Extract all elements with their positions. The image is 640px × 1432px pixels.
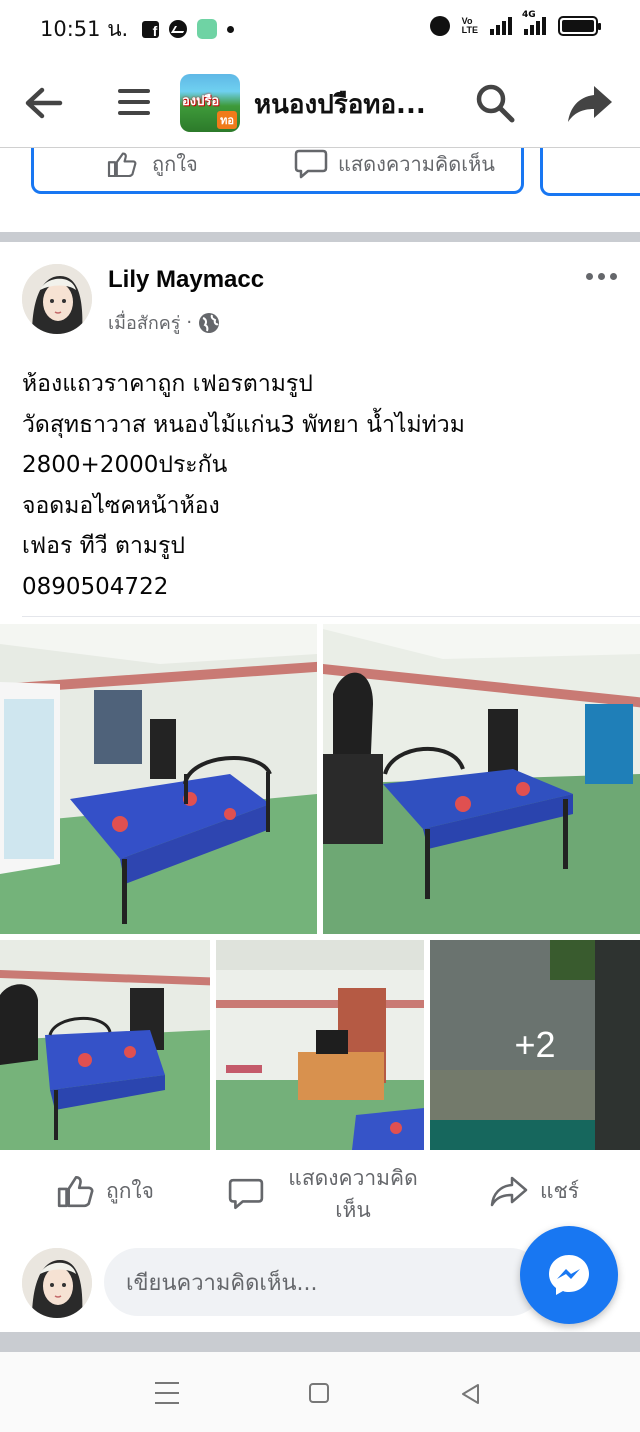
previous-post-action-box-right <box>540 148 640 196</box>
notification-icons: f <box>142 19 235 39</box>
post-photo-4[interactable] <box>216 940 424 1150</box>
previous-like-label: ถูกใจ <box>152 152 198 176</box>
share-label: แชร์ <box>540 1178 580 1203</box>
like-button[interactable]: ถูกใจ <box>56 1174 154 1208</box>
share-arrow-icon[interactable] <box>566 82 614 126</box>
post-text-line: ห้องแถวราคาถูก เฟอรตามรูป <box>22 371 313 397</box>
share-button[interactable]: แชร์ <box>490 1174 579 1208</box>
network-type-label: 4G <box>522 10 536 20</box>
post-text-line: จอดมอไซคหน้าห้อง <box>22 492 220 519</box>
page-thumbnail[interactable]: องปรือ ทอ <box>180 74 240 132</box>
user-avatar[interactable] <box>22 1248 92 1318</box>
alarm-icon <box>429 16 450 36</box>
room-tv-photo-image <box>216 940 424 1150</box>
status-bar: 10:51 น. f Vo LTE 4G <box>0 0 640 58</box>
comment-button[interactable]: แสดงความคิดเห็น <box>228 1162 428 1226</box>
volte-label-bottom: LTE <box>461 25 478 35</box>
meta-separator: · <box>186 312 193 333</box>
post-author-name[interactable]: Lily Maymacc <box>108 266 264 294</box>
previous-comment-button[interactable]: แสดงความคิดเห็น <box>294 148 495 180</box>
signal-strength-icon <box>490 17 512 35</box>
public-globe-icon <box>199 312 220 333</box>
volte-icon: Vo LTE <box>462 17 478 35</box>
previous-comment-label: แสดงความคิดเห็น <box>338 152 495 176</box>
comment-input[interactable]: เขียนความคิดเห็น... <box>104 1248 544 1316</box>
previous-post-actions: ถูกใจ แสดงความคิดเห็น <box>0 148 640 236</box>
status-time: 10:51 น. <box>40 16 129 41</box>
comment-bubble-icon <box>228 1178 264 1210</box>
post-text-line[interactable]: 0890504722 <box>22 567 622 608</box>
thumbnail-text: องปรือ <box>182 94 220 109</box>
post-photo-1[interactable] <box>0 624 317 934</box>
share-arrow-icon <box>490 1176 528 1207</box>
system-back-icon[interactable] <box>460 1383 482 1405</box>
home-icon[interactable] <box>309 1383 329 1403</box>
post-meta: เมื่อสักครู่ · <box>108 308 220 337</box>
avatar-portrait-icon <box>22 264 92 334</box>
avatar-portrait-icon <box>22 1248 92 1318</box>
post-photo-2[interactable] <box>323 624 640 934</box>
more-notifications-dot-icon <box>227 25 235 33</box>
messenger-button[interactable] <box>520 1226 618 1324</box>
messenger-icon <box>549 1255 589 1295</box>
more-photos-count[interactable]: +2 <box>430 940 640 1150</box>
like-thumb-icon <box>57 1175 94 1208</box>
hamburger-menu-icon[interactable] <box>118 86 150 118</box>
bottom-separator <box>0 1332 640 1352</box>
page-title[interactable]: หนองปรือทอ... <box>254 84 426 125</box>
bedroom-photo-image <box>0 624 317 934</box>
facebook-notification-icon: f <box>142 20 160 38</box>
back-arrow-icon[interactable] <box>22 82 64 124</box>
post-separator <box>0 232 640 242</box>
comment-label: แสดงความคิดเห็น <box>288 1166 418 1222</box>
app-header: องปรือ ทอ หนองปรือทอ... <box>0 62 640 144</box>
messenger-notification-icon <box>169 20 188 38</box>
battery-icon <box>558 16 601 36</box>
post-text-line: 2800+2000ประกัน <box>22 452 228 478</box>
mobile-data-icon: 4G <box>522 11 546 35</box>
post-photo-3[interactable] <box>0 940 210 1150</box>
post-body-text: ห้องแถวราคาถูก เฟอรตามรูป วัดสุทธาวาส หน… <box>22 364 622 607</box>
recent-apps-icon[interactable] <box>155 1382 179 1404</box>
app-notification-icon <box>197 19 218 39</box>
post-action-bar: ถูกใจ แสดงความคิดเห็น แชร์ <box>0 1152 640 1232</box>
post-text-line: เฟอร ทีวี ตามรูป <box>22 533 185 559</box>
comment-bubble-icon <box>294 149 328 179</box>
search-icon[interactable] <box>474 82 516 124</box>
post-photo-5[interactable]: +2 <box>430 940 640 1150</box>
thumbnail-badge: ทอ <box>217 111 237 129</box>
author-avatar[interactable] <box>22 264 92 334</box>
post-more-options-icon[interactable] <box>586 268 622 284</box>
bedroom-photo-image <box>0 940 210 1150</box>
post-text-line: วัดสุทธาวาส หนองไม้แก่น3 พัทยา น้ำไม่ท่ว… <box>22 411 465 438</box>
text-divider <box>22 616 640 617</box>
like-label: ถูกใจ <box>106 1178 154 1203</box>
bedroom-photo-image <box>323 624 640 934</box>
post-timestamp[interactable]: เมื่อสักครู่ <box>108 308 180 337</box>
like-thumb-icon <box>107 152 137 177</box>
previous-like-button[interactable]: ถูกใจ <box>104 148 198 180</box>
system-navigation-bar <box>0 1352 640 1432</box>
system-status-icons: Vo LTE 4G <box>429 11 601 36</box>
